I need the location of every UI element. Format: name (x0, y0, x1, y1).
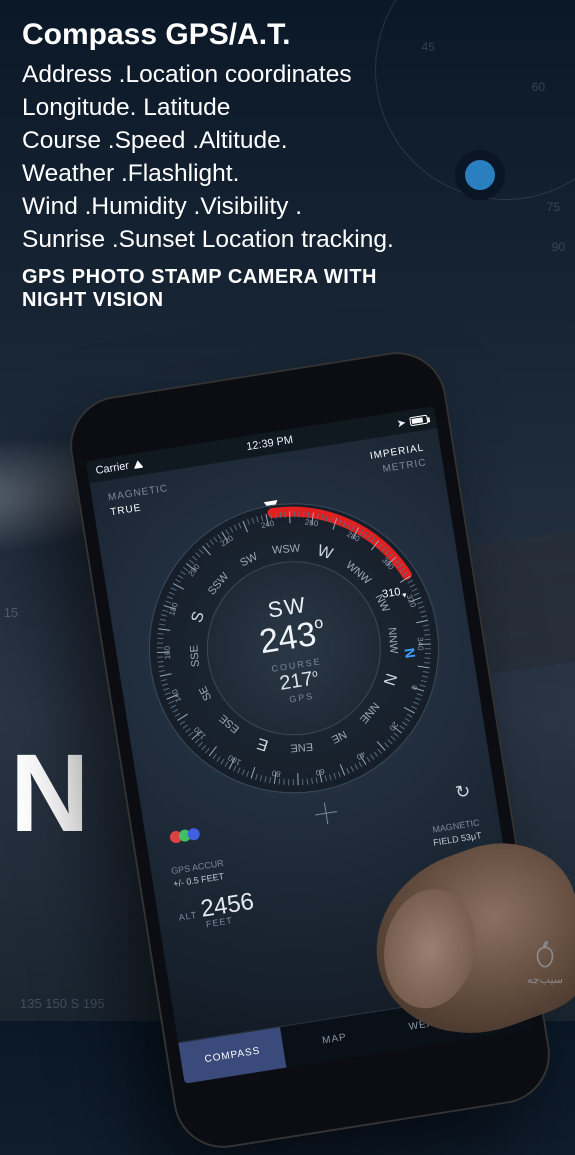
location-icon: ➤ (396, 416, 407, 430)
color-theme-button[interactable] (169, 828, 198, 844)
wifi-icon (132, 460, 143, 469)
north-letter-background: N (10, 730, 84, 857)
store-watermark: سیب‌چه (527, 941, 563, 986)
tab-map[interactable]: MAP (280, 1011, 388, 1068)
refresh-button[interactable]: ↻ (454, 780, 472, 803)
promo-subtitle: NIGHT VISION (22, 289, 555, 312)
promo-line: Address .Location coordinates (22, 58, 555, 91)
promo-line: Wind .Humidity .Visibility . (22, 190, 555, 223)
tab-compass[interactable]: COMPASS (178, 1027, 286, 1084)
promo-line: Longitude. Latitude (22, 91, 555, 124)
carrier-label: Carrier (95, 460, 130, 477)
cardinal-label: ENE (290, 740, 313, 754)
clock-label: 12:39 PM (246, 434, 294, 453)
cardinal-label: NNW (386, 627, 400, 654)
promo-line: Weather .Flashlight. (22, 157, 555, 190)
promo-line: Sunrise .Sunset Location tracking. (22, 223, 555, 256)
promo-subtitle: GPS PHOTO STAMP CAMERA WITH (22, 266, 555, 289)
promo-line: Course .Speed .Altitude. (22, 124, 555, 157)
promo-title: Compass GPS/A.T. (22, 18, 555, 52)
course-degrees: 217o (278, 666, 320, 695)
phone-frame: Carrier 12:39 PM ➤ MAGNETIC TRUE IMPERIA… (63, 345, 557, 1155)
units-toggle[interactable]: IMPERIAL METRIC (369, 441, 428, 479)
crosshair-icon (309, 796, 343, 830)
promo-text-block: Compass GPS/A.T. Address .Location coord… (22, 18, 555, 312)
compass-dial[interactable]: 0204060801001201401601802002202402602803… (128, 482, 460, 814)
cardinal-label: WSW (272, 542, 301, 556)
battery-icon (409, 414, 428, 426)
magnetic-field-readout: MAGNETIC FIELD 53μT (430, 816, 482, 848)
north-type-toggle[interactable]: MAGNETIC TRUE (107, 481, 172, 520)
cardinal-label: SSE (188, 645, 202, 668)
gps-accuracy-readout: GPS ACCUR +/- 0.5 FEET (170, 857, 226, 890)
heading-degrees: 243o (257, 615, 327, 659)
